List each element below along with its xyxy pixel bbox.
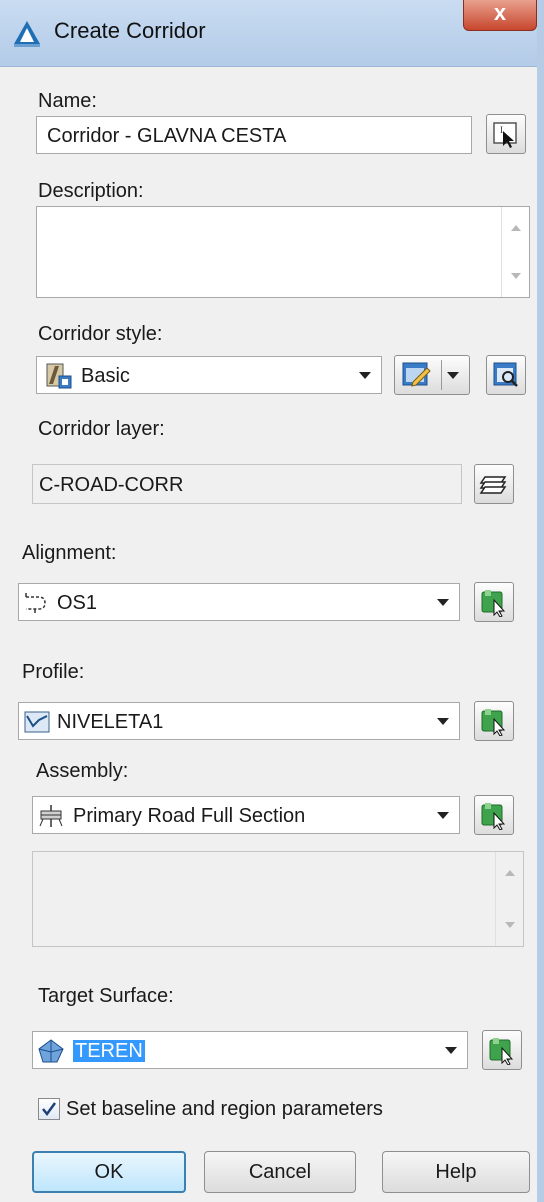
surface-icon (38, 1039, 64, 1063)
svg-text:I: I (500, 125, 503, 135)
style-detail-icon (493, 362, 518, 387)
chevron-down-icon (437, 812, 449, 819)
pick-from-drawing-icon (489, 1038, 514, 1065)
target-surface-value: TEREN (73, 1040, 145, 1063)
pick-name-button[interactable]: I (486, 114, 526, 154)
chevron-down-icon (445, 1047, 457, 1054)
edit-style-icon (402, 362, 431, 387)
cancel-button[interactable]: Cancel (204, 1151, 356, 1193)
ok-button[interactable]: OK (32, 1151, 186, 1193)
create-corridor-dialog: Create Corridor x Name: Corridor - GLAVN… (0, 0, 544, 1202)
assembly-icon (39, 805, 63, 827)
style-icon (46, 363, 72, 389)
name-label: Name: (38, 90, 97, 112)
alignment-pick-button[interactable] (474, 582, 514, 622)
description-label: Description: (38, 180, 144, 202)
profile-icon (24, 711, 50, 733)
profile-pick-button[interactable] (474, 701, 514, 741)
close-icon: x (493, 0, 507, 25)
corridor-layer-value: C-ROAD-CORR (39, 474, 184, 496)
name-input-value: Corridor - GLAVNA CESTA (47, 125, 287, 147)
scroll-down-icon[interactable] (505, 922, 515, 928)
autocad-icon (14, 21, 40, 47)
assembly-label: Assembly: (36, 760, 129, 782)
split-separator (441, 360, 442, 390)
corridor-style-label: Corridor style: (38, 323, 163, 345)
alignment-value: OS1 (57, 592, 98, 614)
target-surface-label: Target Surface: (38, 985, 174, 1007)
baseline-checkbox[interactable] (38, 1098, 60, 1120)
assembly-value: Primary Road Full Section (73, 805, 306, 827)
chevron-down-icon (437, 599, 449, 606)
scroll-up-icon[interactable] (505, 870, 515, 876)
pick-from-drawing-icon (481, 590, 506, 617)
assembly-details-box (32, 851, 524, 947)
pick-name-icon: I (493, 122, 517, 148)
window-title: Create Corridor (54, 18, 206, 43)
profile-value: NIVELETA1 (57, 711, 164, 733)
description-input[interactable] (36, 206, 530, 298)
pick-from-drawing-icon (481, 709, 506, 736)
assembly-pick-button[interactable] (474, 795, 514, 835)
alignment-icon (25, 593, 46, 613)
pick-from-drawing-icon (481, 803, 506, 830)
baseline-checkbox-label[interactable]: Set baseline and region parameters (66, 1098, 383, 1121)
scroll-up-icon[interactable] (511, 225, 521, 231)
profile-dropdown[interactable]: NIVELETA1 (18, 702, 460, 740)
profile-label: Profile: (22, 661, 85, 683)
chevron-down-icon (359, 372, 371, 379)
check-icon (42, 1102, 57, 1117)
assembly-details-scrollbar[interactable] (495, 852, 523, 946)
corridor-style-dropdown[interactable]: Basic (36, 356, 382, 394)
layer-icon (479, 476, 507, 494)
layer-button[interactable] (474, 464, 514, 504)
edit-style-split-button[interactable] (394, 355, 470, 395)
chevron-down-icon (437, 718, 449, 725)
style-detail-button[interactable] (486, 355, 526, 395)
corridor-layer-field: C-ROAD-CORR (32, 464, 462, 504)
scroll-down-icon[interactable] (511, 273, 521, 279)
target-surface-selected-text: TEREN (73, 1040, 145, 1062)
corridor-layer-label: Corridor layer: (38, 418, 165, 440)
assembly-dropdown[interactable]: Primary Road Full Section (32, 796, 460, 834)
target-surface-pick-button[interactable] (482, 1030, 522, 1070)
corridor-style-value: Basic (81, 365, 130, 387)
close-button[interactable]: x (463, 0, 537, 31)
target-surface-dropdown[interactable]: TEREN (32, 1031, 468, 1069)
help-button[interactable]: Help (382, 1151, 530, 1193)
alignment-label: Alignment: (22, 542, 117, 564)
alignment-dropdown[interactable]: OS1 (18, 583, 460, 621)
window-border (537, 0, 544, 1202)
description-scrollbar[interactable] (501, 207, 529, 297)
name-input[interactable]: Corridor - GLAVNA CESTA (36, 116, 472, 154)
chevron-down-icon[interactable] (447, 372, 459, 379)
